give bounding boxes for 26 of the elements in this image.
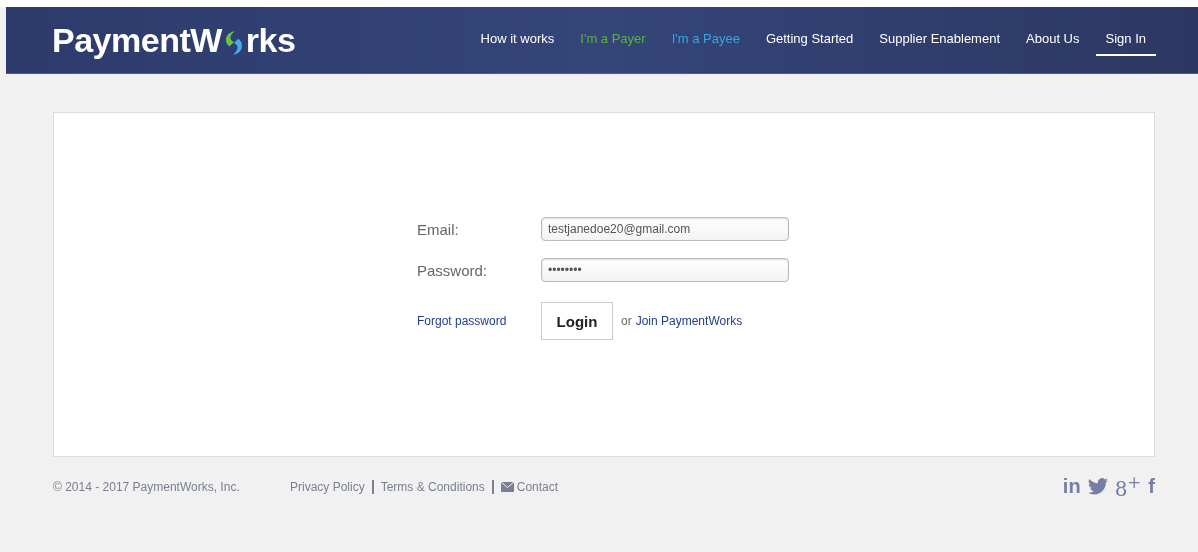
footer-link[interactable]: Terms & Conditions xyxy=(380,479,485,494)
copyright-text: © 2014 - 2017 PaymentWorks, Inc. xyxy=(53,479,241,494)
nav-link[interactable]: Supplier Enablement xyxy=(869,24,1011,56)
join-link[interactable]: Join PaymentWorks xyxy=(635,314,743,328)
or-text: or xyxy=(621,314,632,328)
forgot-password-link[interactable]: Forgot password xyxy=(417,314,541,328)
nav-link[interactable]: Sign In xyxy=(1095,24,1156,56)
social-link[interactable]: f xyxy=(1148,475,1155,499)
field-label: Password: xyxy=(417,261,489,279)
logo-text: PaymentW xyxy=(52,20,222,60)
nav-link[interactable]: Getting Started xyxy=(755,24,864,56)
social-link[interactable]: in xyxy=(1062,475,1081,499)
social-link[interactable]: 8$^{+}$ xyxy=(1114,473,1142,501)
nav-link[interactable]: I'm a Payee xyxy=(661,24,750,56)
footer-link[interactable]: Privacy Policy xyxy=(290,479,365,494)
bird-icon[interactable] xyxy=(1087,478,1108,496)
nav-link[interactable]: How it works xyxy=(470,24,565,56)
field-label: Email: xyxy=(417,220,460,238)
envelope-icon xyxy=(500,481,514,492)
logo-text: rks xyxy=(245,20,296,60)
footer-link[interactable]: Contact xyxy=(516,479,559,494)
login-button[interactable]: Login xyxy=(541,302,613,340)
nav-link[interactable]: About Us xyxy=(1016,24,1090,56)
input-field[interactable]: testjanedoe20@gmail.com xyxy=(541,217,789,241)
nav-link[interactable]: I'm a Payer xyxy=(570,24,656,56)
input-field[interactable]: •••••••• xyxy=(541,258,789,282)
